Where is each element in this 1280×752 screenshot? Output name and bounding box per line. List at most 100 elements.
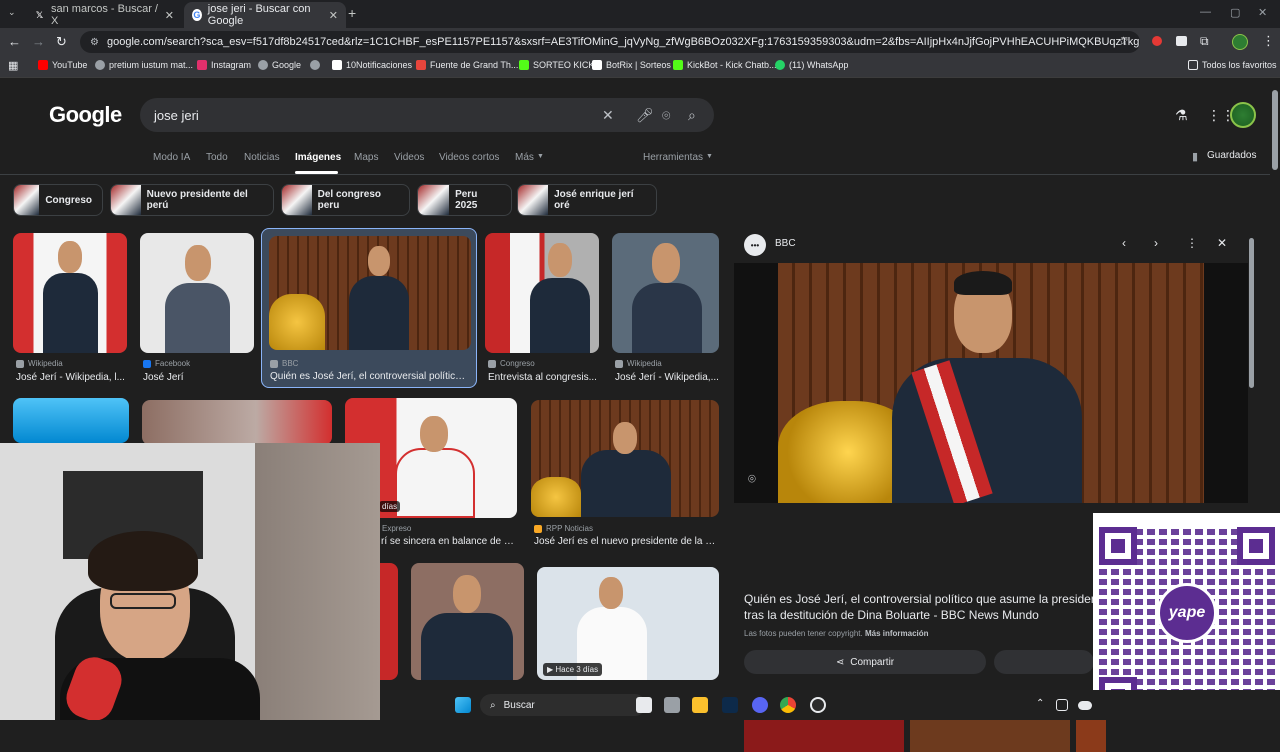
chevron-up-icon[interactable]: ⌃	[1036, 698, 1044, 709]
tab-imagenes[interactable]: Imágenes	[295, 152, 341, 163]
search-input[interactable]: jose jeri	[140, 98, 714, 132]
image-result[interactable]: Wikipedia José Jerí - Wikipedia, l...	[13, 233, 127, 388]
tab-modo-ia[interactable]: Modo IA	[153, 152, 190, 163]
image-result[interactable]: ▶ Hace 3 días	[537, 567, 719, 680]
tab-google[interactable]: G jose jeri - Buscar con Google ✕	[184, 2, 346, 28]
maximize-icon[interactable]: ▢	[1230, 6, 1240, 19]
more-options-icon[interactable]: ⋮	[1186, 236, 1198, 250]
result-title[interactable]: rí se sincera en balance de p...	[381, 536, 517, 547]
bookmark-star-icon[interactable]: ☆	[1118, 34, 1129, 48]
result-title[interactable]: José Jerí - Wikipedia, l...	[16, 372, 126, 383]
task-view-icon[interactable]	[636, 697, 652, 713]
mic-icon[interactable]: 🎤︎	[636, 107, 654, 124]
result-title[interactable]: Quién es José Jerí, el controversial pol…	[270, 371, 470, 382]
extension-icon[interactable]	[1176, 36, 1187, 46]
lens-icon[interactable]: ⌾	[662, 107, 670, 124]
onedrive-icon[interactable]	[1078, 701, 1092, 710]
result-title[interactable]: José Jerí es el nuevo presidente de la R…	[534, 536, 716, 547]
new-tab-icon[interactable]: +	[348, 5, 356, 21]
tab-search-icon[interactable]: ⌄	[8, 7, 16, 18]
bookmark-all-folders[interactable]: Todos los favoritos	[1188, 60, 1277, 70]
profile-avatar[interactable]	[1232, 34, 1248, 50]
bookmark-botrix[interactable]: BotRix | Sorteos	[592, 60, 671, 70]
taskbar-search[interactable]: ⌕ Buscar	[480, 694, 646, 716]
labs-flask-icon[interactable]: ⚗	[1175, 107, 1188, 124]
extension-icon[interactable]	[1152, 36, 1162, 46]
tab-videos-cortos[interactable]: Videos cortos	[439, 152, 499, 163]
google-logo[interactable]: Google	[49, 102, 122, 128]
result-image[interactable]	[13, 233, 127, 353]
scrollbar[interactable]	[1249, 238, 1254, 388]
close-icon[interactable]: ✕	[165, 9, 174, 22]
bookmark-google[interactable]: Google	[258, 60, 301, 70]
tab-videos[interactable]: Videos	[394, 152, 424, 163]
result-title[interactable]: Entrevista al congresis...	[488, 372, 598, 383]
next-icon[interactable]: ›	[1154, 236, 1158, 250]
result-image[interactable]	[411, 563, 524, 680]
minimize-icon[interactable]: —	[1200, 6, 1211, 18]
clear-icon[interactable]: ✕	[602, 107, 614, 124]
image-result[interactable]: Congreso Entrevista al congresis...	[485, 233, 599, 388]
chrome-icon[interactable]	[780, 697, 796, 713]
result-image[interactable]	[140, 233, 254, 353]
page-scrollbar[interactable]	[1272, 90, 1278, 170]
saved-button[interactable]: Guardados	[1207, 150, 1256, 161]
bookmark-instagram[interactable]: Instagram	[197, 60, 251, 70]
bookmark-youtube[interactable]: YouTube	[38, 60, 87, 70]
image-result-selected[interactable]: BBC Quién es José Jerí, el controversial…	[261, 228, 477, 388]
photoshop-icon[interactable]	[722, 697, 738, 713]
tools-button[interactable]: Herramientas	[643, 152, 703, 163]
more-info-link[interactable]: Más información	[865, 629, 929, 638]
back-icon[interactable]: ←	[8, 34, 21, 49]
preview-image[interactable]: ⌾	[734, 263, 1248, 503]
result-title[interactable]: José Jerí	[143, 372, 253, 383]
result-title[interactable]: José Jerí - Wikipedia,...	[615, 372, 719, 383]
image-result[interactable]: Wikipedia José Jerí - Wikipedia,...	[612, 233, 719, 388]
address-bar[interactable]: ⚙ google.com/search?sca_esv=f517df8b2451…	[80, 31, 1140, 53]
file-explorer-icon[interactable]	[692, 697, 708, 713]
image-result[interactable]	[411, 563, 524, 680]
apps-grid-icon[interactable]: ▦	[8, 59, 18, 72]
app-icon[interactable]	[664, 697, 680, 713]
close-icon[interactable]: ✕	[329, 9, 338, 22]
panel-title[interactable]: Quién es José Jerí, el controversial pol…	[744, 591, 1113, 607]
bookmark-sorteo-kick[interactable]: SORTEO KICK	[519, 60, 594, 70]
chip-jose-enrique[interactable]: José enrique jerí oré	[517, 184, 657, 216]
result-image[interactable]	[612, 233, 719, 353]
share-button[interactable]: ⋖ Compartir	[744, 650, 986, 674]
image-result[interactable]: RPP Noticias José Jerí es el nuevo presi…	[531, 400, 719, 550]
chip-congreso[interactable]: Congreso	[13, 184, 103, 216]
reload-icon[interactable]: ↻	[56, 34, 67, 50]
tab-mas[interactable]: Más	[515, 152, 534, 163]
result-image[interactable]	[380, 563, 398, 680]
bookmark-10notificaciones[interactable]: 10Notificaciones	[332, 60, 412, 70]
site-info-icon[interactable]: ⚙	[90, 37, 99, 48]
extensions-puzzle-icon[interactable]: ⧉	[1200, 34, 1209, 49]
windows-start-icon[interactable]	[455, 697, 471, 713]
window-close-icon[interactable]: ✕	[1258, 6, 1267, 19]
image-result[interactable]	[13, 398, 129, 443]
image-result[interactable]: Facebook José Jerí	[140, 233, 254, 388]
image-result[interactable]	[380, 563, 398, 680]
tab-todo[interactable]: Todo	[206, 152, 228, 163]
visual-search-icon[interactable]: ⌾	[748, 471, 756, 487]
result-image[interactable]	[13, 398, 129, 443]
save-button[interactable]	[994, 650, 1094, 674]
close-icon[interactable]: ✕	[1217, 236, 1227, 250]
tab-x[interactable]: 𝕏 san marcos - Buscar / X ✕	[26, 2, 182, 28]
bookmark-grand-theft[interactable]: Fuente de Grand Th...	[416, 60, 518, 70]
image-result[interactable]	[142, 400, 332, 445]
chip-nuevo-presidente[interactable]: Nuevo presidente del perú	[110, 184, 274, 216]
account-avatar[interactable]	[1230, 102, 1256, 128]
discord-icon[interactable]	[752, 697, 768, 713]
bookmark-kickbot[interactable]: KickBot - Kick Chatb...	[673, 60, 777, 70]
chip-del-congreso[interactable]: Del congreso peru	[281, 184, 410, 216]
bookmark-pretium[interactable]: pretium iustum mat...	[95, 60, 193, 70]
tab-noticias[interactable]: Noticias	[244, 152, 280, 163]
panel-title-line2[interactable]: tras la destitución de Dina Boluarte - B…	[744, 608, 1039, 622]
result-image[interactable]	[485, 233, 599, 353]
menu-icon[interactable]: ⋮	[1262, 33, 1275, 49]
bookmark-whatsapp[interactable]: (11) WhatsApp	[775, 60, 848, 70]
result-image[interactable]	[269, 236, 471, 350]
bookmark-globe[interactable]	[310, 60, 324, 70]
